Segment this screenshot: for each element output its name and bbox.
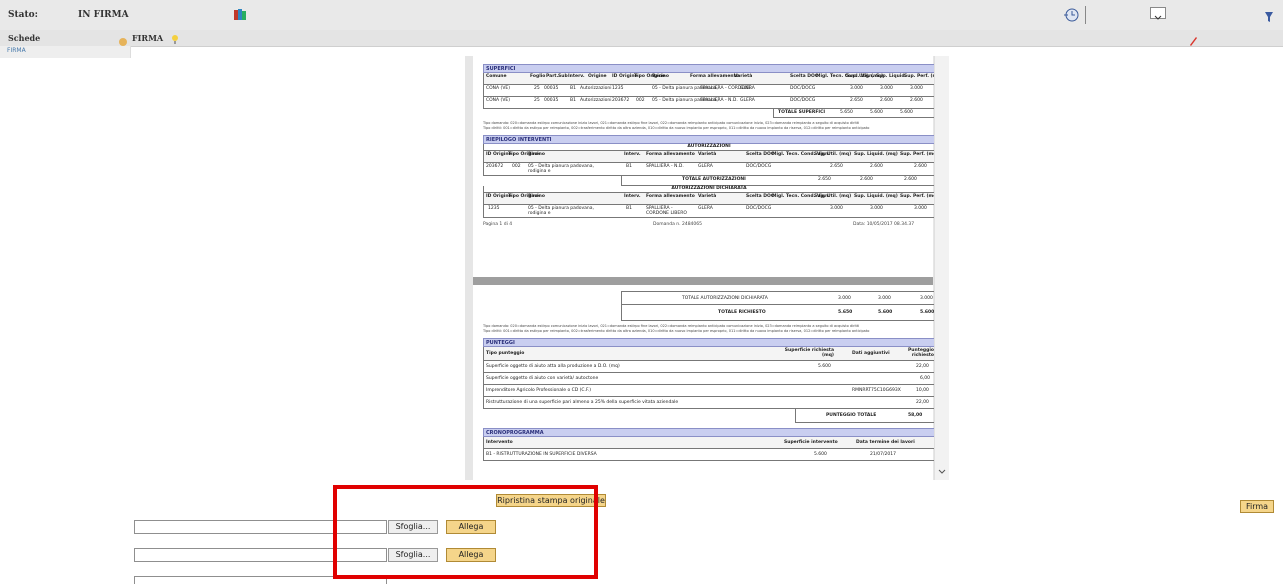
table-row: Ristrutturazione di una superficie pari … <box>483 397 935 409</box>
status-label: Stato: <box>8 10 38 20</box>
autorizzazioni-title: AUTORIZZAZIONI <box>483 144 935 151</box>
section-punteggi: PUNTEGGI <box>483 338 935 347</box>
firma-button[interactable]: Firma <box>1240 500 1274 513</box>
table-row: Superficie oggetto di aiuto atta alla pr… <box>483 361 935 373</box>
filter-icon[interactable] <box>1264 8 1274 27</box>
table-row: CONA (VE) 25 00035 B1 Autorizzazioni 123… <box>483 85 935 97</box>
table-row: Superficie oggetto di aiuto con varietà/… <box>483 373 935 385</box>
footer-data: Data: 10/05/2017 08.34.37 <box>853 222 915 227</box>
status-value: IN FIRMA <box>78 10 129 20</box>
dichiarata-title: AUTORIZZAZIONI DICHIARATA <box>483 186 935 193</box>
crono-header-row: Intervento Superficie intervento Data te… <box>483 437 935 449</box>
superfici-note-1: Tipo domanda: 020=domanda estirpo comuni… <box>483 121 860 125</box>
books-icon[interactable] <box>233 7 247 26</box>
pdf-viewer[interactable]: SUPERFICI Comune Foglio Part. Sub Interv… <box>465 56 949 480</box>
punteggi-header-row: Tipo punteggio Superficie richiesta (mq)… <box>483 347 935 361</box>
viewer-scrollbar[interactable] <box>934 56 949 480</box>
superfici-note-2: Tipo diritti: 001=diritto da estirpo per… <box>483 126 870 130</box>
table-row: Imprenditore Agricolo Professionale o CD… <box>483 385 935 397</box>
superfici-total-row: TOTALE SUPERFICI 5.650 5.600 5.600 <box>773 109 935 118</box>
refresh-clock-icon[interactable] <box>1062 7 1080 27</box>
page-separator <box>473 277 933 285</box>
punteggio-totale-row: PUNTEGGIO TOTALE 58,00 <box>795 409 935 423</box>
firma-tab-label[interactable]: FIRMA <box>132 33 163 43</box>
section-bar: Schede FIRMA <box>0 30 1283 47</box>
total-richiesto-row: TOTALE RICHIESTO 5.650 5.600 5.600 <box>621 305 935 321</box>
section-riepilogo: RIEPILOGO INTERVENTI <box>483 135 935 144</box>
section-cronoprogramma: CRONOPROGRAMMA <box>483 428 935 437</box>
pencil-icon[interactable] <box>1188 32 1198 51</box>
highlight-box <box>333 485 598 579</box>
totali-note-2: Tipo diritti: 001=diritto da estirpo per… <box>483 329 870 333</box>
footer-page: Pagina 1 di 4 <box>483 222 513 227</box>
total-dichiarata-row: TOTALE AUTORIZZAZIONI DICHIARATA 3.000 3… <box>621 291 935 305</box>
total-autorizzazioni-row: TOTALE AUTORIZZAZIONI 2.650 2.600 2.600 <box>621 176 935 186</box>
chevron-down-icon <box>1154 15 1162 20</box>
table-row: CONA (VE) 25 00035 B1 Autorizzazioni 203… <box>483 97 935 109</box>
status-bar: Stato: IN FIRMA <box>0 0 1283 31</box>
table-row: B1 - RISTRUTTURAZIONE IN SUPERFICIE DIVE… <box>483 449 935 461</box>
totali-note-1: Tipo domanda: 020=domanda estirpo comuni… <box>483 324 860 328</box>
dropdown-toggle[interactable] <box>1150 7 1166 20</box>
section-superfici: SUPERFICI <box>483 64 935 73</box>
input-divider <box>1085 6 1086 24</box>
table-row: 203672 002 05 - Delta pianura padovana, … <box>483 163 935 176</box>
lightbulb-icon <box>171 31 179 50</box>
superfici-header-row: Comune Foglio Part. Sub Interv. Origine … <box>483 73 943 85</box>
schede-label: Schede <box>8 33 41 43</box>
left-tab-label: FIRMA <box>7 47 26 54</box>
table-row: 1235 05 - Delta pianura padovana, rodigi… <box>483 205 935 218</box>
footer-domanda: Domanda n. 2484065 <box>653 222 703 227</box>
left-tab-firma[interactable]: FIRMA <box>0 46 131 58</box>
riepilogo-header-row: ID Origine Tipo Origine Bacino Interv. F… <box>483 151 939 163</box>
chevron-down-icon[interactable] <box>937 468 947 476</box>
dichiarata-header-row: ID Origine Tipo Origine Bacino Interv. F… <box>483 193 939 205</box>
document-page: SUPERFICI Comune Foglio Part. Sub Interv… <box>473 56 943 480</box>
